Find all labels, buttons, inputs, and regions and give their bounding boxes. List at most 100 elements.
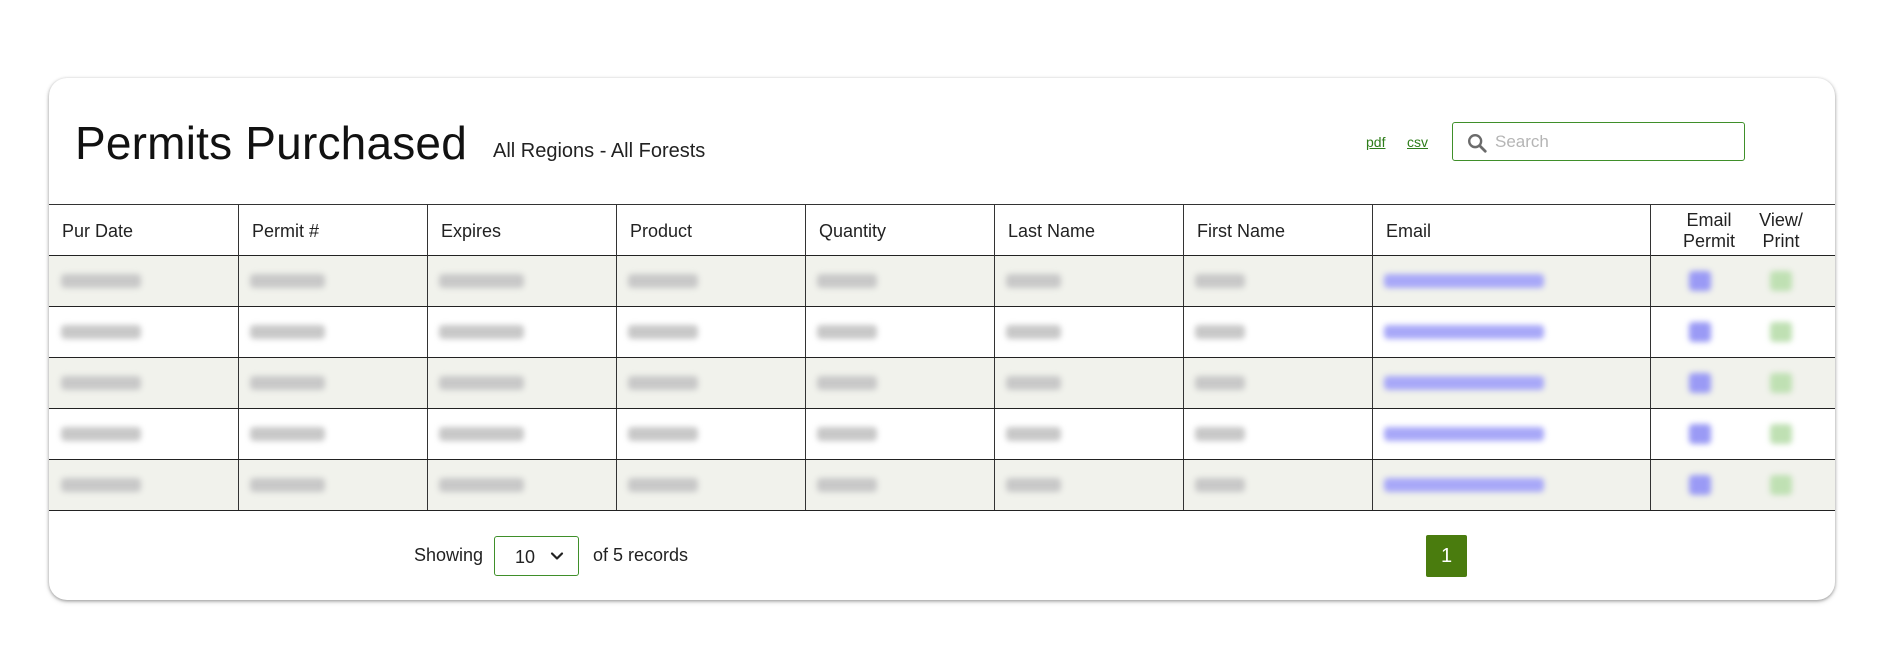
view-print-button[interactable] xyxy=(1770,424,1792,444)
column-divider xyxy=(616,358,617,408)
view-print-button[interactable] xyxy=(1770,373,1792,393)
column-divider xyxy=(238,307,239,357)
view-print-button[interactable] xyxy=(1770,322,1792,342)
column-divider xyxy=(805,256,806,306)
column-divider xyxy=(1372,460,1373,510)
email-permit-button[interactable] xyxy=(1689,322,1711,342)
column-header-quantity[interactable]: Quantity xyxy=(805,205,994,257)
column-divider xyxy=(1372,256,1373,306)
redacted-email-link[interactable] xyxy=(1384,274,1544,288)
column-divider xyxy=(427,307,428,357)
redacted-email-link[interactable] xyxy=(1384,427,1544,441)
redacted-cell xyxy=(61,478,141,492)
showing-label: Showing xyxy=(414,545,484,565)
column-header-view-print: View/ Print xyxy=(1759,210,1803,251)
redacted-cell xyxy=(817,478,877,492)
permits-card: Permits Purchased All Regions - All Fore… xyxy=(49,78,1835,600)
column-divider xyxy=(994,307,995,357)
redacted-cell xyxy=(1006,427,1061,441)
column-divider xyxy=(994,358,995,408)
column-divider xyxy=(1372,307,1373,357)
column-divider xyxy=(1183,358,1184,408)
column-divider xyxy=(805,307,806,357)
column-divider xyxy=(1650,307,1651,357)
pagination-page-button[interactable]: 1 xyxy=(1426,535,1467,577)
redacted-cell xyxy=(439,325,524,339)
page-title: Permits Purchased xyxy=(75,117,467,169)
column-divider xyxy=(238,256,239,306)
column-divider xyxy=(238,409,239,459)
column-divider xyxy=(1183,256,1184,306)
redacted-cell xyxy=(439,427,524,441)
redacted-cell xyxy=(1195,325,1245,339)
redacted-email-link[interactable] xyxy=(1384,325,1544,339)
column-divider xyxy=(616,460,617,510)
column-divider xyxy=(238,358,239,408)
column-divider xyxy=(805,358,806,408)
redacted-cell xyxy=(250,478,325,492)
card-header: Permits Purchased All Regions - All Fore… xyxy=(49,78,1835,204)
column-header-pur-date[interactable]: Pur Date xyxy=(49,205,238,257)
search-box[interactable] xyxy=(1452,122,1745,161)
column-divider xyxy=(1650,460,1651,510)
export-csv-link[interactable]: csv xyxy=(1407,134,1428,150)
column-header-permit-number[interactable]: Permit # xyxy=(238,205,427,257)
email-permit-button[interactable] xyxy=(1689,475,1711,495)
column-divider xyxy=(1183,460,1184,510)
column-header-email[interactable]: Email xyxy=(1372,205,1650,257)
column-divider xyxy=(1650,256,1651,306)
column-divider xyxy=(616,307,617,357)
column-divider xyxy=(1372,409,1373,459)
redacted-cell xyxy=(817,274,877,288)
redacted-cell xyxy=(1006,274,1061,288)
column-divider xyxy=(1650,409,1651,459)
redacted-cell xyxy=(439,376,524,390)
redacted-email-link[interactable] xyxy=(1384,478,1544,492)
column-header-first-name[interactable]: First Name xyxy=(1183,205,1372,257)
column-divider xyxy=(1183,307,1184,357)
column-divider xyxy=(1372,358,1373,408)
email-permit-button[interactable] xyxy=(1689,271,1711,291)
redacted-cell xyxy=(250,325,325,339)
column-divider xyxy=(238,460,239,510)
column-header-last-name[interactable]: Last Name xyxy=(994,205,1183,257)
column-header-expires[interactable]: Expires xyxy=(427,205,616,257)
column-divider xyxy=(994,409,995,459)
redacted-cell xyxy=(250,376,325,390)
region-forest-subtitle: All Regions - All Forests xyxy=(493,140,706,162)
column-divider xyxy=(616,256,617,306)
redacted-cell xyxy=(1195,376,1245,390)
redacted-cell xyxy=(628,274,698,288)
records-count-label: of 5 records xyxy=(593,545,689,565)
column-divider xyxy=(994,460,995,510)
column-divider xyxy=(427,409,428,459)
redacted-cell xyxy=(817,376,877,390)
email-permit-button[interactable] xyxy=(1689,424,1711,444)
chevron-down-icon xyxy=(550,552,564,560)
redacted-cell xyxy=(817,427,877,441)
column-divider xyxy=(427,460,428,510)
email-permit-button[interactable] xyxy=(1689,373,1711,393)
column-divider xyxy=(1650,358,1651,408)
table-header: Pur Date Permit # Expires Product Quanti… xyxy=(49,204,1835,257)
redacted-cell xyxy=(628,376,698,390)
table-row xyxy=(49,256,1835,307)
table-row xyxy=(49,358,1835,409)
search-input[interactable] xyxy=(1495,127,1735,156)
view-print-button[interactable] xyxy=(1770,271,1792,291)
column-header-product[interactable]: Product xyxy=(616,205,805,257)
search-icon xyxy=(1468,134,1487,153)
redacted-cell xyxy=(1195,427,1245,441)
redacted-cell xyxy=(1006,376,1061,390)
column-divider xyxy=(1183,409,1184,459)
column-divider xyxy=(427,256,428,306)
redacted-cell xyxy=(628,427,698,441)
redacted-cell xyxy=(250,427,325,441)
export-pdf-link[interactable]: pdf xyxy=(1366,134,1385,150)
column-divider xyxy=(994,256,995,306)
redacted-email-link[interactable] xyxy=(1384,376,1544,390)
view-print-button[interactable] xyxy=(1770,475,1792,495)
page-size-select[interactable]: 10 xyxy=(494,536,579,576)
redacted-cell xyxy=(250,274,325,288)
redacted-cell xyxy=(61,376,141,390)
